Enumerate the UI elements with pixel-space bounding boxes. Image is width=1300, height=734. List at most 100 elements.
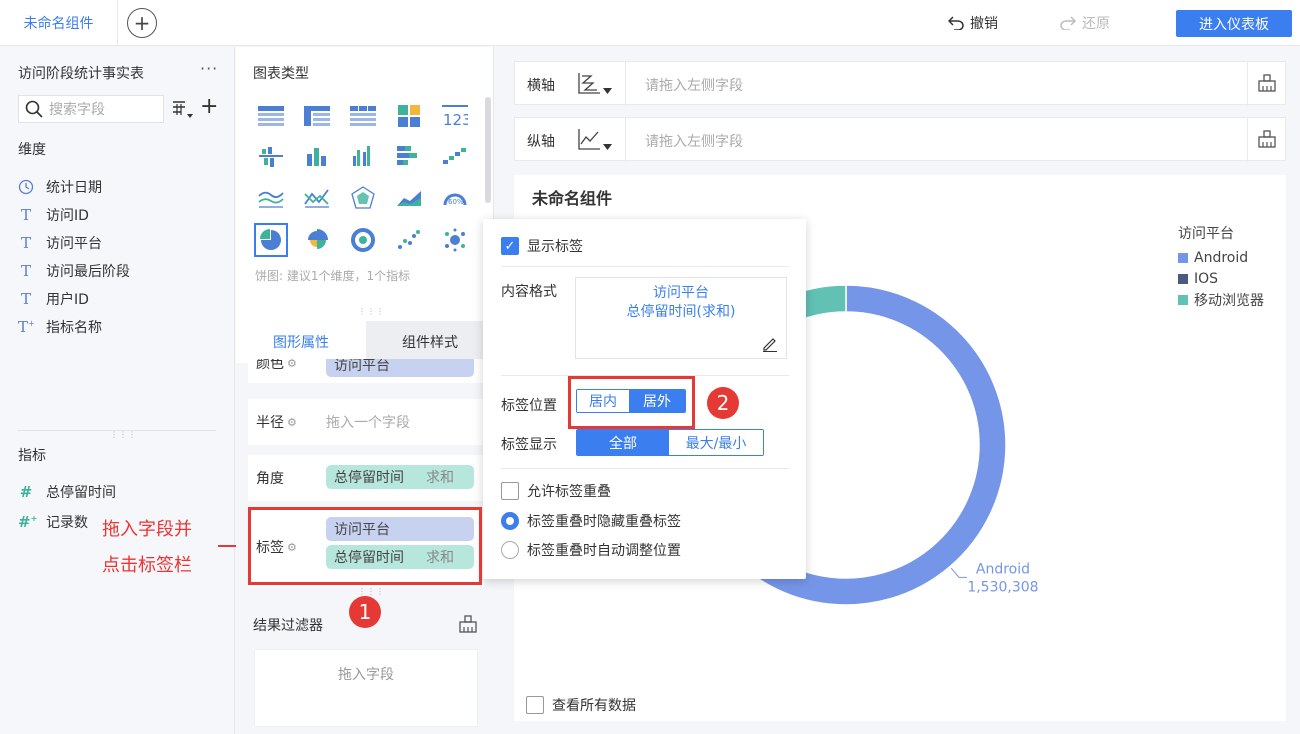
multi-layer-pie-icon[interactable] — [346, 223, 380, 257]
radar-chart-icon[interactable] — [346, 181, 380, 215]
show-label-checkbox[interactable]: ✓ 显示标签 — [501, 236, 583, 256]
allow-overlap-checkbox[interactable]: 允许标签重叠 — [501, 481, 611, 501]
search-input[interactable]: 搜索字段 — [49, 99, 105, 119]
redo-button[interactable]: 还原 — [1060, 13, 1110, 33]
color-label: 颜色 ⚙ — [256, 359, 297, 373]
gear-icon[interactable]: ⚙ — [287, 359, 297, 370]
y-axis-type-selector[interactable] — [577, 128, 612, 150]
show-all-data-checkbox[interactable]: 查看所有数据 — [526, 695, 636, 715]
legend-item[interactable]: Android — [1178, 247, 1264, 268]
data-label-name: Android — [976, 561, 1030, 577]
add-field-button[interactable]: + — [200, 94, 218, 119]
edit-icon[interactable] — [762, 336, 778, 352]
field-sort-icon[interactable] — [172, 99, 194, 119]
enter-dashboard-button[interactable]: 进入仪表板 — [1176, 10, 1292, 37]
divider — [625, 118, 626, 162]
legend-item[interactable]: IOS — [1178, 268, 1264, 289]
brush-icon[interactable] — [1257, 130, 1277, 148]
kpi-grid-icon[interactable] — [392, 99, 426, 133]
color-field-pill[interactable]: 访问平台 — [326, 359, 474, 377]
label-display-toggle: 全部 最大/最小 — [576, 429, 764, 456]
y-axis-drop-zone[interactable]: 请拖入左侧字段 — [645, 131, 743, 151]
hide-overlap-radio[interactable]: 标签重叠时隐藏重叠标签 — [501, 511, 681, 531]
add-tab-button[interactable]: + — [127, 8, 157, 38]
dimension-field[interactable]: T+ 指标名称 — [18, 317, 102, 337]
polyline-chart-icon[interactable] — [300, 181, 334, 215]
brush-icon[interactable] — [1257, 74, 1277, 92]
radius-label: 半径 ⚙ — [256, 415, 297, 431]
line-chart-icon[interactable] — [254, 181, 288, 215]
stacked-bar-icon[interactable] — [392, 139, 426, 173]
bar-chart-icon[interactable] — [300, 139, 334, 173]
chart-type-scrollbar[interactable] — [485, 97, 491, 203]
measure-field[interactable]: #+ 记录数 — [18, 512, 88, 532]
x-axis-drop-zone[interactable]: 请拖入左侧字段 — [645, 75, 743, 95]
area-chart-icon[interactable] — [392, 181, 426, 215]
dimension-field[interactable]: T 用户ID — [18, 289, 89, 309]
bubble-chart-icon[interactable] — [438, 223, 472, 257]
display-maxmin-option[interactable]: 最大/最小 — [669, 430, 763, 455]
x-axis-row: 横轴 请拖入左侧字段 — [514, 61, 1286, 106]
redo-icon — [1060, 16, 1076, 30]
angle-row[interactable]: 角度 总停留时间 求和 — [248, 455, 484, 501]
gauge-chart-icon[interactable]: 60% — [438, 181, 472, 215]
measures-title: 指标 — [18, 448, 46, 464]
cross-table-icon[interactable] — [300, 99, 334, 133]
auto-adjust-radio[interactable]: 标签重叠时自动调整位置 — [501, 540, 681, 560]
x-axis-type-selector[interactable] — [577, 72, 612, 94]
divider — [1247, 118, 1248, 162]
brush-icon[interactable] — [458, 615, 478, 633]
radio-button[interactable] — [501, 512, 519, 530]
legend-item[interactable]: 移动浏览器 — [1178, 289, 1264, 310]
radius-drop-zone[interactable]: 拖入一个字段 — [326, 412, 410, 432]
y-axis-label: 纵轴 — [527, 134, 555, 150]
multi-bar-icon[interactable] — [346, 139, 380, 173]
more-options-icon[interactable]: ··· — [200, 59, 218, 78]
redo-label: 还原 — [1082, 16, 1110, 32]
legend-swatch — [1178, 252, 1188, 263]
measure-field[interactable]: # 总停留时间 — [18, 482, 116, 502]
label-display-label: 标签显示 — [501, 437, 557, 453]
dimension-field[interactable]: T 访问平台 — [18, 233, 102, 253]
undo-button[interactable]: 撤销 — [948, 13, 998, 33]
detail-table-icon[interactable] — [346, 99, 380, 133]
tab-graph-properties[interactable]: 图形属性 — [236, 321, 366, 363]
annotation-text: 点击标签栏 — [102, 555, 192, 576]
angle-field-pill[interactable]: 总停留时间 求和 — [326, 465, 474, 489]
content-format-label: 内容格式 — [501, 284, 557, 300]
content-format-box[interactable]: 访问平台 总停留时间(求和) — [575, 277, 787, 359]
chart-hint: 饼图: 建议1个维度，1个指标 — [255, 269, 411, 283]
table-chart-icon[interactable] — [254, 99, 288, 133]
dimension-field[interactable]: T 访问ID — [18, 205, 89, 225]
search-icon — [25, 100, 43, 118]
dimension-label: 统计日期 — [46, 180, 102, 196]
tab-unnamed-component[interactable]: 未命名组件 — [0, 0, 118, 46]
resize-handle[interactable]: ⋮⋮⋮ — [110, 430, 137, 439]
checkbox[interactable] — [501, 482, 519, 500]
svg-text:123: 123 — [443, 111, 468, 127]
display-all-option[interactable]: 全部 — [577, 430, 669, 455]
dimension-field[interactable]: 统计日期 — [18, 177, 102, 197]
checkmark-icon[interactable]: ✓ — [501, 237, 519, 255]
radio-button[interactable] — [501, 541, 519, 559]
rose-chart-icon[interactable] — [300, 223, 334, 257]
waterfall-icon[interactable] — [438, 139, 472, 173]
search-field-box[interactable]: 搜索字段 — [18, 95, 164, 123]
gear-icon[interactable]: ⚙ — [287, 416, 297, 429]
radius-row[interactable]: 半径 ⚙ 拖入一个字段 — [248, 399, 484, 445]
filter-drop-zone[interactable]: 拖入字段 — [254, 649, 478, 727]
checkbox[interactable] — [526, 696, 544, 714]
resize-handle[interactable]: ⋮⋮⋮ — [358, 307, 385, 316]
tab-component-style[interactable]: 组件样式 — [366, 321, 494, 363]
text-type-icon: T — [20, 234, 31, 252]
scatter-chart-icon[interactable] — [392, 223, 426, 257]
chart-type-title: 图表类型 — [253, 66, 309, 82]
grouped-bar-icon[interactable] — [254, 139, 288, 173]
number-card-icon[interactable]: 123 — [438, 99, 472, 133]
dimension-field[interactable]: T 访问最后阶段 — [18, 261, 130, 281]
measure-label: 记录数 — [46, 515, 88, 531]
text-type-icon: T — [20, 290, 31, 308]
resize-handle[interactable]: ⋮⋮⋮ — [358, 587, 385, 596]
result-filter-title: 结果过滤器 — [253, 618, 323, 634]
pie-chart-icon[interactable] — [254, 223, 288, 257]
